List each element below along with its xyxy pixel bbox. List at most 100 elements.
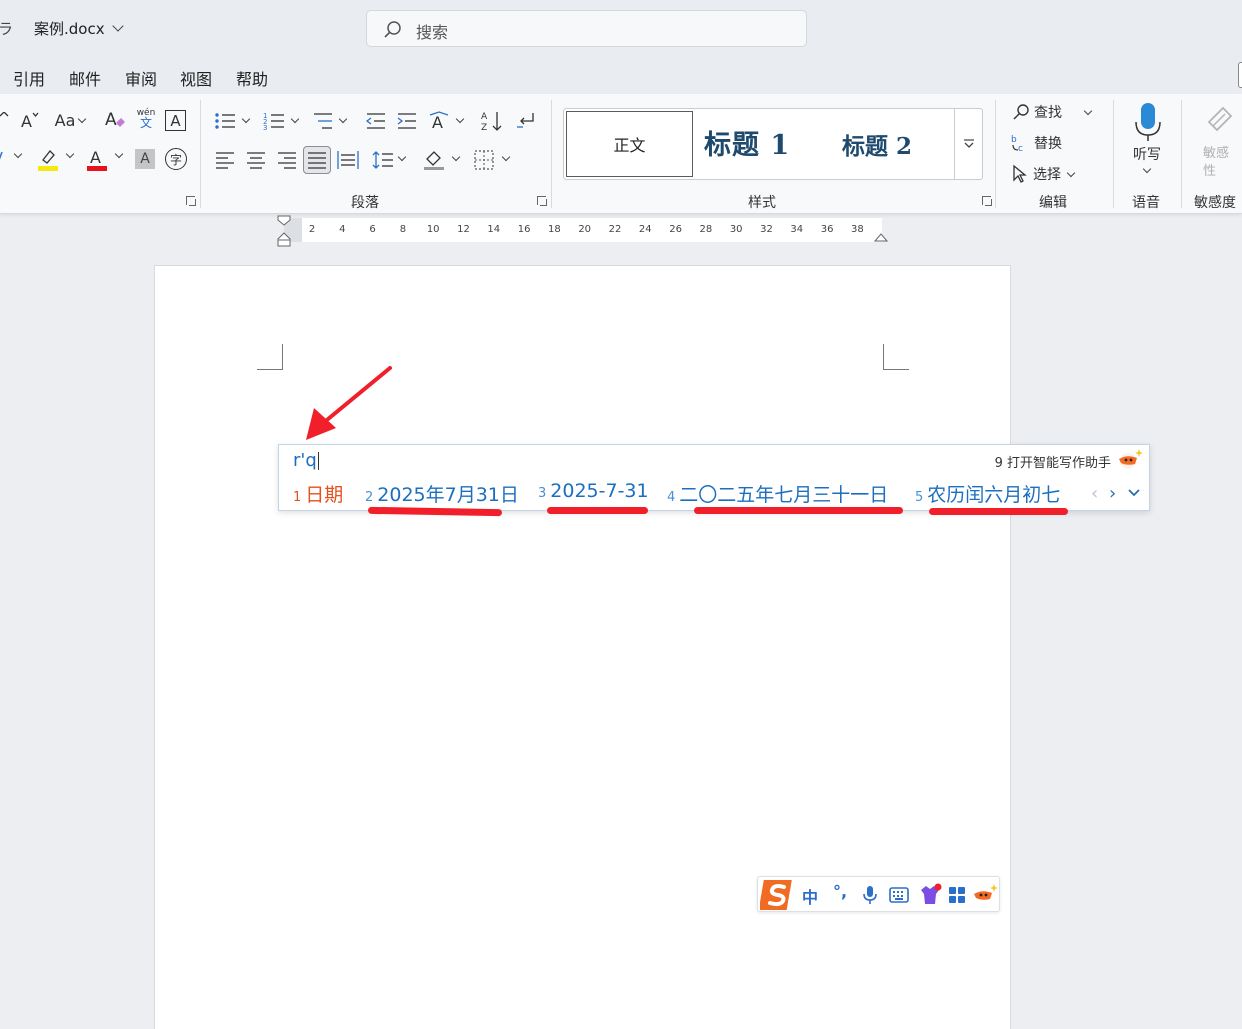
style-heading-1[interactable]: 标题 1 [704, 123, 790, 162]
grow-font-icon[interactable] [0, 108, 18, 132]
chevron-down-icon[interactable] [114, 149, 124, 159]
ribbon-options-button[interactable] [1238, 62, 1242, 88]
change-case-label: Aa [54, 110, 76, 130]
find-button[interactable]: 查找 [1012, 102, 1062, 122]
chevron-down-icon[interactable] [290, 114, 300, 124]
expand-candidates-icon[interactable] [1128, 488, 1140, 498]
candidate-1[interactable]: 1 日期 [293, 480, 343, 507]
chevron-down-icon[interactable] [338, 114, 348, 124]
sort-icon[interactable]: AZ [480, 109, 504, 133]
horizontal-ruler[interactable]: 2 4 6 8 10 12 14 16 18 20 22 24 26 28 30 32 34 36 38 [284, 218, 882, 242]
chevron-down-icon[interactable] [13, 149, 23, 159]
candidate-2[interactable]: 2 2025年7月31日 [365, 480, 519, 507]
multilevel-list-icon[interactable] [311, 109, 335, 133]
change-case-button[interactable]: Aa [52, 108, 78, 132]
styles-dialog-launcher[interactable] [982, 196, 992, 206]
microphone-icon[interactable] [862, 885, 878, 905]
clear-formatting-icon[interactable]: A [103, 108, 127, 132]
bullets-icon[interactable] [213, 109, 237, 133]
chevron-down-icon[interactable] [1142, 164, 1152, 174]
svg-text:A: A [105, 110, 117, 130]
shading-icon[interactable] [422, 148, 446, 172]
align-center-icon[interactable] [244, 148, 268, 172]
highlight-color-icon[interactable] [36, 148, 60, 172]
mascot-icon [1119, 449, 1143, 469]
keyboard-icon[interactable] [889, 887, 909, 903]
document-title[interactable]: 案例.docx [34, 18, 124, 39]
right-indent-marker-icon[interactable] [874, 231, 888, 243]
tab-help[interactable]: 帮助 [236, 66, 268, 90]
sensitivity-label-line2[interactable]: 性 [1203, 160, 1216, 179]
tab-references[interactable]: 引用 [13, 66, 45, 90]
replace-icon: bc [1011, 135, 1023, 153]
lang-toggle[interactable]: 中 [802, 884, 818, 908]
chevron-down-icon[interactable] [241, 114, 251, 124]
microphone-icon[interactable] [1132, 102, 1164, 142]
ruler-tick: 20 [578, 224, 592, 235]
paragraph-dialog-launcher[interactable] [537, 196, 547, 206]
document-page[interactable] [154, 265, 1011, 1029]
ruler-tick: 30 [729, 224, 743, 235]
increase-indent-icon[interactable] [395, 109, 419, 133]
character-border-label: A [170, 111, 181, 130]
tab-mailings[interactable]: 邮件 [69, 66, 101, 90]
sensitivity-label-line1[interactable]: 敏感 [1203, 142, 1229, 161]
enclose-characters-label: 字 [169, 152, 182, 167]
chevron-down-icon[interactable] [1066, 168, 1076, 178]
candidate-4[interactable]: 4 二〇二五年七月三十一日 [667, 480, 888, 507]
borders-icon[interactable] [472, 148, 496, 172]
style-heading-2[interactable]: 标题 2 [842, 127, 912, 161]
chevron-down-icon[interactable] [451, 152, 461, 162]
justify-icon[interactable] [303, 146, 331, 174]
style-normal[interactable]: 正文 [566, 111, 693, 177]
select-button[interactable]: 选择 [1011, 164, 1061, 184]
dictate-label[interactable]: 听写 [1133, 144, 1161, 164]
align-left-icon[interactable] [213, 148, 237, 172]
character-shading-button[interactable]: A [135, 149, 155, 169]
sensitivity-icon[interactable] [1203, 102, 1235, 134]
tab-view[interactable]: 视图 [180, 66, 212, 90]
chevron-down-icon[interactable] [1083, 106, 1093, 116]
align-right-icon[interactable] [275, 148, 299, 172]
next-page-button[interactable]: › [1109, 483, 1116, 504]
mascot-icon[interactable] [972, 883, 998, 905]
show-marks-icon[interactable] [514, 109, 538, 133]
distributed-icon[interactable] [336, 148, 360, 172]
chevron-down-icon[interactable] [77, 114, 87, 124]
tab-review[interactable]: 审阅 [125, 66, 157, 90]
styles-more-button[interactable] [954, 109, 982, 179]
phonetic-guide-button[interactable]: wén 文 [134, 106, 158, 130]
sogou-logo-icon[interactable] [760, 878, 796, 912]
candidate-text: 2025-7-31 [550, 480, 649, 502]
toolbox-icon[interactable] [948, 886, 966, 904]
chevron-down-icon[interactable] [501, 152, 511, 162]
text-effects-icon[interactable] [0, 148, 12, 172]
skin-icon[interactable] [918, 883, 942, 907]
chevron-down-icon[interactable] [455, 114, 465, 124]
writing-assistant-link[interactable]: 9 打开智能写作助手 [995, 452, 1111, 471]
ime-input-text: r'q [293, 450, 317, 471]
annotation-arrow-icon [306, 366, 392, 440]
punctuation-toggle[interactable]: °, [833, 882, 847, 901]
chevron-down-icon[interactable] [65, 149, 75, 159]
ribbon-separator [1181, 100, 1182, 208]
chevron-down-icon[interactable] [397, 152, 407, 162]
candidate-5[interactable]: 5 农历闰六月初七 [915, 480, 1060, 507]
decrease-indent-icon[interactable] [364, 109, 388, 133]
text-direction-icon[interactable]: A [428, 109, 452, 133]
line-spacing-icon[interactable] [371, 148, 395, 172]
numbering-icon[interactable]: 123 [262, 109, 286, 133]
character-border-button[interactable]: A [165, 110, 186, 131]
font-color-icon[interactable]: A [85, 148, 109, 172]
search-box[interactable]: 搜索 [366, 10, 807, 47]
replace-button[interactable]: bc 替换 [1010, 133, 1062, 153]
svg-text:Z: Z [481, 123, 487, 132]
font-dialog-launcher[interactable] [186, 196, 196, 206]
svg-text:A: A [21, 112, 32, 130]
enclose-characters-button[interactable]: 字 [165, 148, 187, 170]
margin-corner-top-left [257, 344, 283, 370]
candidate-3[interactable]: 3 2025-7-31 [538, 480, 649, 502]
indent-marker-icon[interactable] [277, 215, 291, 247]
shrink-font-icon[interactable]: A [18, 108, 42, 132]
prev-page-button[interactable]: ‹ [1091, 483, 1098, 504]
